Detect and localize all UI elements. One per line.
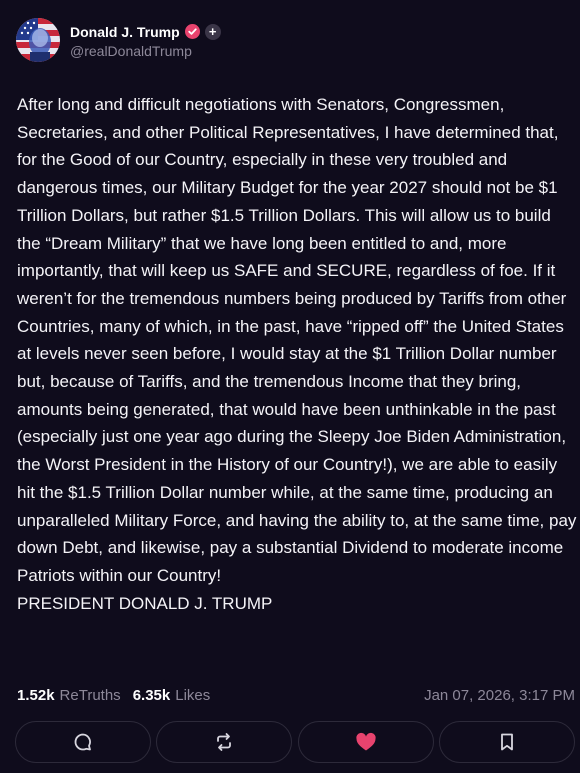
likes-stat[interactable]: 6.35k Likes (133, 687, 211, 704)
verified-badge-icon (184, 24, 200, 39)
comment-icon (73, 732, 93, 752)
follow-plus-icon[interactable]: + (204, 23, 221, 40)
post-stats: 1.52k ReTruths 6.35k Likes Jan 07, 2026, 3… (17, 685, 575, 705)
bookmark-icon (499, 732, 515, 752)
like-button[interactable] (297, 721, 434, 763)
action-bar (15, 721, 575, 765)
retruths-count: 1.52k (17, 686, 55, 704)
avatar[interactable] (16, 18, 60, 62)
heart-icon (355, 732, 377, 752)
retruths-stat[interactable]: 1.52k ReTruths (17, 687, 121, 704)
likes-label: Likes (175, 686, 211, 704)
retruth-icon (214, 732, 234, 752)
reply-button[interactable] (15, 721, 151, 763)
author-info: Donald J. Trump + @realDonaldTrump (70, 22, 221, 59)
display-name[interactable]: Donald J. Trump (70, 24, 180, 40)
bookmark-button[interactable] (438, 721, 575, 763)
post-header: Donald J. Trump + @realDonaldTrump (16, 16, 221, 64)
post-timestamp[interactable]: Jan 07, 2026, 3:17 PM (424, 687, 575, 704)
retruths-label: ReTruths (59, 686, 121, 704)
likes-count: 6.35k (132, 686, 171, 704)
post-card: Donald J. Trump + @realDonaldTrump After… (0, 0, 580, 773)
post-text: After long and difficult negotiations wi… (17, 95, 577, 613)
author-handle[interactable]: @realDonaldTrump (70, 43, 221, 59)
name-row: Donald J. Trump + (70, 22, 221, 42)
retruth-button[interactable] (156, 721, 293, 763)
